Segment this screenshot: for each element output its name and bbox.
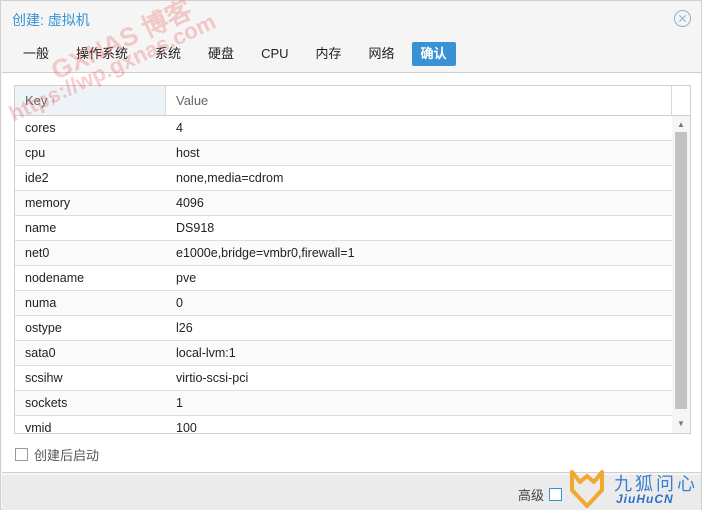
tab-os[interactable]: 操作系统 [66,42,138,66]
tab-general[interactable]: 一般 [13,42,59,66]
row-key: cores [25,121,56,135]
sort-ascending-icon: ↑ [50,94,57,108]
row-value: local-lvm:1 [176,346,236,360]
table-row[interactable]: sockets 1 [15,391,672,416]
scroll-down-arrow-icon[interactable]: ▼ [672,417,690,431]
wizard-tabs: 一般 操作系统 系统 硬盘 CPU 内存 网络 确认 [13,42,463,66]
fox-logo-icon [570,470,604,508]
advanced-option[interactable]: 高级 [518,485,563,504]
row-value: DS918 [176,221,215,235]
row-key: memory [25,196,71,210]
row-key: sockets [25,396,68,410]
dialog-titlebar: 创建: 虚拟机 [1,1,701,37]
tab-system[interactable]: 系统 [145,42,191,66]
row-value: 0 [176,296,183,310]
table-row[interactable]: nodename pve [15,266,672,291]
row-key: cpu [25,146,46,160]
row-key: vmid [25,421,52,434]
advanced-label: 高级 [518,488,545,503]
scroll-up-arrow-icon[interactable]: ▲ [672,118,690,132]
tab-disk[interactable]: 硬盘 [198,42,244,66]
dialog-title: 创建: 虚拟机 [12,12,90,28]
row-value: 4 [176,121,183,135]
row-key: ide2 [25,171,49,185]
row-value: host [176,146,200,160]
table-row[interactable]: sata0 local-lvm:1 [15,341,672,366]
summary-grid: Key ↑ Value cores 4 cpu host ide2 none,media… [14,85,691,434]
tab-memory[interactable]: 内存 [306,42,352,66]
column-key-label: Key [25,93,48,108]
row-key: nodename [25,271,85,285]
table-row[interactable]: net0 e1000e,bridge=vmbr0,firewall=1 [15,241,672,266]
grid-scrollbar[interactable]: ▲ ▼ [672,116,690,433]
row-value: 4096 [176,196,204,210]
row-value: l26 [176,321,193,335]
header-spacer [672,86,690,115]
table-row[interactable]: cpu host [15,141,672,166]
column-header-key[interactable]: Key ↑ [15,86,166,115]
close-icon[interactable] [674,10,691,27]
start-after-create-label: 创建后启动 [34,448,100,463]
table-row[interactable]: memory 4096 [15,191,672,216]
tab-cpu[interactable]: CPU [251,42,298,66]
table-row[interactable]: vmid 100 [15,416,672,434]
tab-confirm[interactable]: 确认 [411,42,456,66]
row-value: 100 [176,421,197,434]
row-value: pve [176,271,197,285]
row-key: scsihw [25,371,63,385]
table-row[interactable]: ostype l26 [15,316,672,341]
row-value: none,media=cdrom [176,171,284,185]
row-value: virtio-scsi-pci [176,371,249,385]
table-row[interactable]: scsihw virtio-scsi-pci [15,366,672,391]
logo-text-en: JiuHuCN [616,492,674,506]
start-after-create-checkbox[interactable] [15,448,28,461]
tab-network[interactable]: 网络 [359,42,405,66]
row-value: e1000e,bridge=vmbr0,firewall=1 [176,246,355,260]
advanced-checkbox[interactable] [549,488,563,501]
row-value: 1 [176,396,183,410]
watermark-logo: 九狐问心 JiuHuCN [566,466,702,510]
confirm-panel: Key ↑ Value cores 4 cpu host ide2 none,media… [2,72,701,473]
row-key: net0 [25,246,50,260]
row-key: sata0 [25,346,56,360]
start-after-create-option[interactable]: 创建后启动 [15,445,99,464]
row-key: name [25,221,57,235]
table-row[interactable]: numa 0 [15,291,672,316]
column-header-value[interactable]: Value [166,86,672,115]
row-key: ostype [25,321,62,335]
table-row[interactable]: ide2 none,media=cdrom [15,166,672,191]
create-vm-dialog: 创建: 虚拟机 一般 操作系统 系统 硬盘 CPU 内存 网络 确认 Key ↑ … [0,0,702,510]
table-row[interactable]: cores 4 [15,116,672,141]
scrollbar-thumb[interactable] [675,132,687,409]
table-row[interactable]: name DS918 [15,216,672,241]
grid-rows: cores 4 cpu host ide2 none,media=cdrom memo… [15,116,672,434]
grid-header: Key ↑ Value [15,86,690,116]
row-key: numa [25,296,57,310]
